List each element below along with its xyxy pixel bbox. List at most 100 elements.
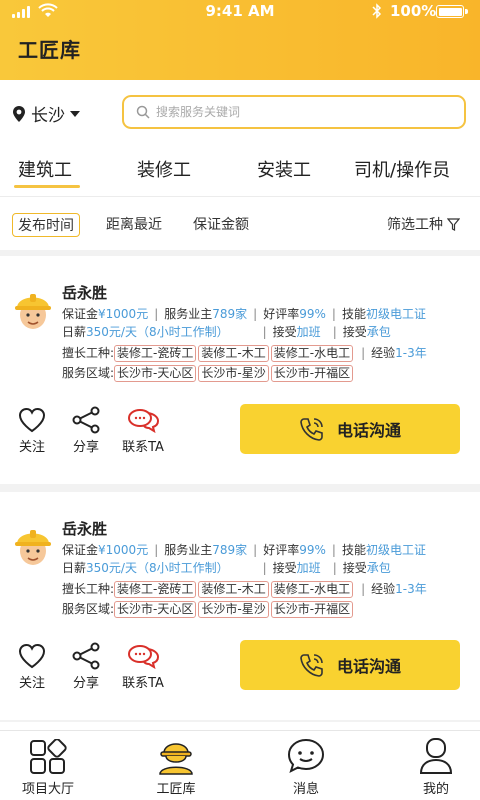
worker-field: 日薪 [62,561,87,575]
worker-field: 789家 [212,543,248,557]
follow-button[interactable]: 关注 [14,404,50,455]
specialty-tag: 装修工-木工 [198,345,269,362]
specialty-tag: 装修工-瓷砖工 [114,345,197,362]
search-icon [136,105,150,119]
nav-craftsman-library[interactable]: 工匠库 [128,731,224,800]
worker-field: 分享 [72,440,99,455]
worker-field: 擅长工种: [62,582,115,596]
nav-label: 项目大厅 [21,782,74,797]
worker-wage-row: 日薪350元/天（8小时工作制） | 接受加班 | 接受承包 [62,559,391,576]
filter-trade-button[interactable]: 筛选工种 [387,214,460,234]
specialty-tag: 装修工-水电工 [270,345,354,362]
tab-driver-operator[interactable]: 司机/操作员 [354,156,450,182]
worker-field: 1-3年 [395,346,427,360]
heart-icon [18,407,46,433]
worker-field: 服务业主 [164,307,213,321]
worker-specialty-row: 擅长工种: 装修工-瓷砖工 装修工-木工 装修工-水电工 | 经验1-3年 [62,344,427,362]
status-bar: 9:41 AM 100% [0,0,480,24]
nav-project-hall[interactable]: 项目大厅 [0,731,96,800]
worker-field: 擅长工种: [62,346,115,360]
worker-field: 接受 [342,561,367,575]
separator: | [154,307,159,321]
worker-name: 岳永胜 [62,520,108,538]
worker-field: 电话沟通 [336,657,401,676]
worker-field: 初级电工证 [365,543,426,557]
worker-card: 岳永胜 保证金¥1000元 | 服务业主789家 | 好评率99% | 技能初级电工证 日薪… [0,256,480,484]
area-tag: 长沙市-天心区 [114,365,197,382]
worker-field: 加班 [296,561,321,575]
bottom-nav: 项目大厅 工匠库 消息 我的 [0,730,480,800]
city-label: 长沙 [31,106,65,126]
filter-deposit[interactable]: 保证金额 [193,214,249,234]
worker-field: 保证金 [62,307,99,321]
tab-decoration[interactable]: 装修工 [137,156,191,182]
worker-field: 加班 [296,325,321,339]
worker-field: 技能 [341,543,366,557]
nav-messages[interactable]: 消息 [258,731,354,800]
phone-icon [300,418,323,441]
search-input[interactable] [156,105,436,119]
separator: | [262,325,267,339]
share-icon [72,406,100,434]
card-actions: 关注 分享 联系TA [0,640,240,700]
separator: | [253,543,258,557]
worker-field: 99% [299,307,326,321]
filter-distance[interactable]: 距离最近 [106,214,162,234]
worker-field: 关注 [18,440,45,455]
phone-icon [300,654,323,677]
area-tag: 长沙市-天心区 [114,601,197,618]
area-tag: 长沙市-开福区 [270,601,354,618]
separator: | [253,307,258,321]
search-box[interactable] [122,95,466,129]
worker-field: 99% [299,543,326,557]
tab-installation[interactable]: 安装工 [257,156,311,182]
nav-label: 消息 [292,782,319,797]
card-actions: 关注 分享 联系TA [0,404,240,464]
funnel-icon [447,217,460,231]
worker-field: 承包 [366,325,391,339]
nav-label: 工匠库 [156,782,196,797]
contact-button[interactable]: 联系TA [118,640,168,691]
tab-construction[interactable]: 建筑工 [18,156,72,182]
call-button[interactable]: 电话沟通 [240,404,460,454]
worker-field: 保证金 [62,543,99,557]
battery-percent: 100% [390,2,437,20]
worker-field: 经验 [371,346,396,360]
heart-icon [18,643,46,669]
nav-mine[interactable]: 我的 [388,731,480,800]
worker-field: ¥1000元 [98,307,149,321]
worker-field: 服务业主 [164,543,213,557]
worker-card-partial [0,722,480,730]
worker-field: 1-3年 [395,582,427,596]
city-selector[interactable]: 长沙 [12,101,80,126]
user-icon [419,738,453,774]
worker-avatar [15,294,51,329]
chat-icon [128,645,160,669]
contact-button[interactable]: 联系TA [118,404,168,455]
area-tag: 长沙市-星沙 [198,601,269,618]
worker-field: 接受 [272,561,297,575]
separator: | [361,582,366,596]
follow-button[interactable]: 关注 [14,640,50,691]
worker-field: 承包 [366,561,391,575]
worker-field: 接受 [342,325,367,339]
call-button[interactable]: 电话沟通 [240,640,460,690]
separator: | [331,307,336,321]
worker-field: 电话沟通 [336,421,401,440]
worker-field: 789家 [212,307,248,321]
worker-field: 关注 [18,676,45,691]
share-button[interactable]: 分享 [68,640,104,691]
battery-icon [436,5,468,18]
worker-field: 服务区域: [62,602,115,616]
worker-field: 经验 [371,582,396,596]
worker-field: 好评率 [263,543,300,557]
share-button[interactable]: 分享 [68,404,104,455]
worker-field: 联系TA [122,676,164,691]
separator: | [332,325,337,339]
worker-avatar [15,530,51,565]
filter-publish-time[interactable]: 发布时间 [12,213,80,237]
separator: | [361,346,366,360]
worker-area-row: 服务区域: 长沙市-天心区 长沙市-星沙 长沙市-开福区 [62,364,355,382]
separator: | [154,543,159,557]
worker-field: 分享 [72,676,99,691]
